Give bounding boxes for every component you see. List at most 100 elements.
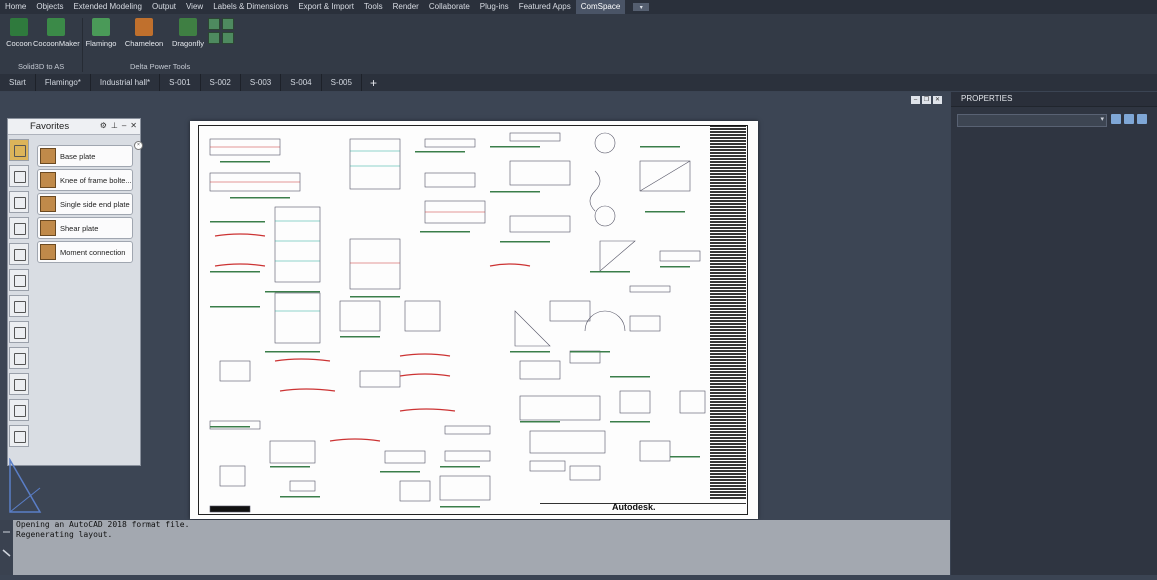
fav-item-label: Moment connection	[60, 247, 126, 257]
quick-select-icon[interactable]	[1137, 114, 1147, 124]
dragonfly-button[interactable]: Dragonfly	[170, 18, 206, 48]
menu-render[interactable]: Render	[388, 0, 424, 14]
wrench-icon[interactable]	[9, 425, 29, 447]
menu-tools[interactable]: Tools	[359, 0, 388, 14]
minimize-palette-icon[interactable]: –	[122, 121, 126, 130]
flamingo-label: Flamingo	[85, 39, 117, 48]
chart-icon[interactable]	[9, 373, 29, 395]
tab-s-002[interactable]: S-002	[201, 74, 241, 91]
beam-icon[interactable]	[9, 243, 29, 265]
properties-title: PROPERTIES	[951, 92, 1157, 107]
command-line-grip[interactable]	[0, 520, 13, 575]
toggle-pickadd-icon[interactable]	[1111, 114, 1121, 124]
fav-item-moment-connection[interactable]: Moment connection	[37, 241, 133, 263]
sheet-revision-table	[710, 125, 746, 500]
menu-view[interactable]: View	[181, 0, 208, 14]
menu-collaborate[interactable]: Collaborate	[424, 0, 475, 14]
menu-objects[interactable]: Objects	[31, 0, 68, 14]
favorites-header[interactable]: Favorites ⚙ ⊥ – ✕	[8, 119, 140, 135]
properties-panel: PROPERTIES ▾	[951, 92, 1157, 520]
wrench-settings-icon[interactable]	[0, 520, 13, 575]
delta-tool-2-icon[interactable]	[222, 18, 234, 30]
ucs-icon	[9, 458, 42, 513]
cocoonmaker-button[interactable]: CocoonMaker	[33, 18, 80, 48]
settings-icon[interactable]: ⚙	[100, 121, 107, 130]
menu-output[interactable]: Output	[147, 0, 181, 14]
close-icon[interactable]: ✕	[933, 96, 942, 104]
pin-icon[interactable]: ⊥	[111, 121, 118, 130]
star-icon[interactable]	[9, 139, 29, 161]
flamingo-button[interactable]: Flamingo	[84, 18, 118, 48]
delta-tool-1-icon[interactable]	[208, 18, 220, 30]
dragonfly-icon	[179, 18, 197, 36]
command-history: Opening an AutoCAD 2018 format file. Reg…	[16, 520, 189, 540]
menu-extended-modeling[interactable]: Extended Modeling	[68, 0, 147, 14]
chameleon-icon	[135, 18, 153, 36]
tab-s-001[interactable]: S-001	[160, 74, 201, 91]
group-delta-power-tools: Delta Power Tools	[130, 62, 191, 71]
select-objects-icon[interactable]	[1124, 114, 1134, 124]
chameleon-button[interactable]: Chameleon	[124, 18, 164, 48]
tab-industrial-hall[interactable]: Industrial hall*	[91, 74, 161, 91]
tab-s-004[interactable]: S-004	[281, 74, 322, 91]
menu-home[interactable]: Home	[0, 0, 31, 14]
properties-selection-dropdown[interactable]: ▾	[957, 114, 1107, 127]
shop-drawings	[209, 132, 706, 513]
ribbon-separator	[82, 18, 83, 72]
minimize-icon[interactable]: –	[911, 96, 920, 104]
autodesk-logo: Autodesk.	[612, 502, 656, 512]
command-line-2: Regenerating layout.	[16, 530, 113, 539]
favorites-remove-icon[interactable]: ×	[134, 141, 143, 150]
base-plate-icon	[40, 148, 56, 164]
chameleon-label: Chameleon	[124, 39, 164, 48]
bracing-icon[interactable]	[9, 269, 29, 291]
tab-flamingo[interactable]: Flamingo*	[36, 74, 91, 91]
delta-tool-4-icon[interactable]	[222, 32, 234, 44]
menu-plug-ins[interactable]: Plug-ins	[475, 0, 514, 14]
add-tab-icon[interactable]: +	[362, 76, 385, 90]
cocoon-button[interactable]: Cocoon	[2, 18, 36, 48]
window-controls: – ❐ ✕	[911, 96, 942, 104]
fav-item-label: Knee of frame bolte...	[60, 175, 132, 185]
favorites-title: Favorites	[30, 121, 70, 132]
fav-item-shear-plate[interactable]: Shear plate	[37, 217, 133, 239]
knee-of-frame-icon	[40, 172, 56, 188]
menu-comspace[interactable]: ComSpace	[575, 0, 626, 14]
menu-featured-apps[interactable]: Featured Apps	[514, 0, 576, 14]
end-plate-icon	[40, 196, 56, 212]
menu-labels-dimensions[interactable]: Labels & Dimensions	[208, 0, 293, 14]
cocoon-icon	[10, 18, 28, 36]
chevron-down-icon: ▾	[1100, 116, 1104, 123]
layout-sheet[interactable]: Autodesk.	[190, 121, 758, 519]
resize-icon[interactable]	[9, 399, 29, 421]
favorites-controls: ⚙ ⊥ – ✕	[100, 121, 137, 130]
command-line-1: Opening an AutoCAD 2018 format file.	[16, 520, 190, 529]
shear-plate-icon	[40, 220, 56, 236]
column-joint-icon[interactable]	[9, 165, 29, 187]
roof-icon[interactable]	[9, 217, 29, 239]
cocoon-label: Cocoon	[6, 39, 32, 48]
command-line[interactable]: Opening an AutoCAD 2018 format file. Reg…	[0, 520, 950, 575]
frame-icon[interactable]	[9, 191, 29, 213]
close-palette-icon[interactable]: ✕	[130, 121, 137, 130]
fav-item-label: Shear plate	[60, 223, 99, 233]
group-solid3d-to-as: Solid3D to AS	[18, 62, 65, 71]
file-tabs: Start Flamingo* Industrial hall* S-001 S…	[0, 74, 1157, 91]
fav-item-base-plate[interactable]: Base plate	[37, 145, 133, 167]
cocoonmaker-icon	[47, 18, 65, 36]
menu-bar: Home Objects Extended Modeling Output Vi…	[0, 0, 1157, 14]
tools-icon[interactable]	[9, 347, 29, 369]
fav-item-single-side-end-plate[interactable]: Single side end plate	[37, 193, 133, 215]
fav-item-label: Base plate	[60, 151, 96, 161]
tab-start[interactable]: Start	[0, 74, 36, 91]
fav-item-knee-of-frame[interactable]: Knee of frame bolte...	[37, 169, 133, 191]
properties-panel-bottom	[951, 520, 1157, 575]
ribbon-options-icon[interactable]: ▾	[633, 3, 650, 11]
delta-tool-3-icon[interactable]	[208, 32, 220, 44]
plate-icon[interactable]	[9, 321, 29, 343]
restore-icon[interactable]: ❐	[922, 96, 931, 104]
tab-s-005[interactable]: S-005	[322, 74, 362, 91]
tab-s-003[interactable]: S-003	[241, 74, 282, 91]
stair-icon[interactable]	[9, 295, 29, 317]
menu-export-import[interactable]: Export & Import	[293, 0, 359, 14]
